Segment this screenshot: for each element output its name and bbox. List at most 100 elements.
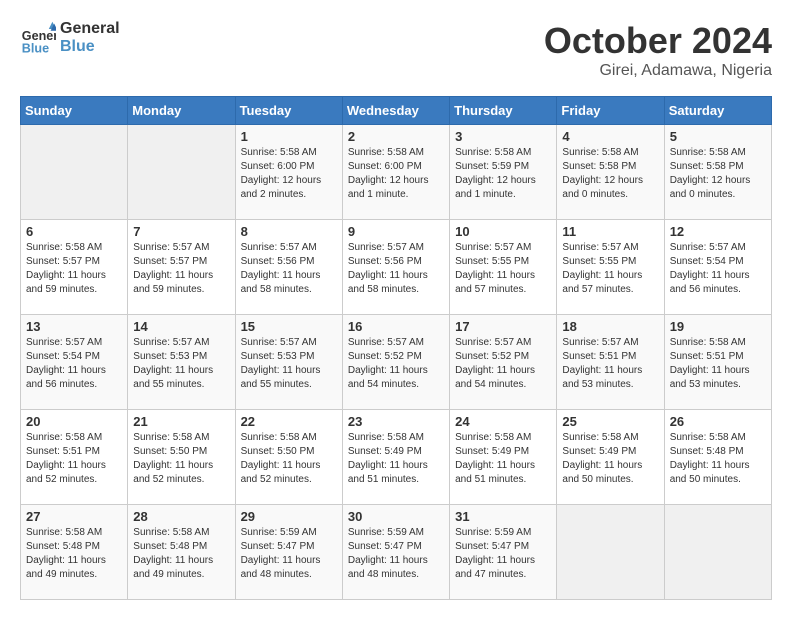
calendar-cell: 6 Sunrise: 5:58 AM Sunset: 5:57 PM Daylig…	[21, 220, 128, 315]
logo-icon: General Blue	[20, 20, 56, 56]
calendar-cell: 1 Sunrise: 5:58 AM Sunset: 6:00 PM Daylig…	[235, 125, 342, 220]
day-info: Sunrise: 5:57 AM Sunset: 5:56 PM Dayligh…	[241, 241, 337, 297]
calendar-cell: 15Sunrise: 5:57 AM Sunset: 5:53 PM Dayli…	[235, 315, 342, 410]
day-number: 26	[670, 414, 766, 429]
day-info: Sunrise: 5:59 AM Sunset: 5:47 PM Dayligh…	[348, 526, 444, 582]
day-info: Sunrise: 5:58 AM Sunset: 5:49 PM Dayligh…	[562, 431, 658, 487]
day-number: 8	[241, 224, 337, 239]
calendar-cell: 18 Sunrise: 5:57 AM Sunset: 5:51 PM Dayli…	[557, 315, 664, 410]
calendar-cell: 31 Sunrise: 5:59 AM Sunset: 5:47 PM Dayli…	[450, 505, 557, 600]
day-number: 16	[348, 319, 444, 334]
calendar-week-1: 1 Sunrise: 5:58 AM Sunset: 6:00 PM Daylig…	[21, 125, 772, 220]
day-number: 25	[562, 414, 658, 429]
day-info: Sunrise: 5:58 AM Sunset: 5:49 PM Dayligh…	[455, 431, 551, 487]
calendar-cell	[664, 505, 771, 600]
day-number: 17	[455, 319, 551, 334]
day-number: 4	[562, 129, 658, 144]
day-number: 18	[562, 319, 658, 334]
calendar-table: SundayMondayTuesdayWednesdayThursdayFrid…	[20, 96, 772, 600]
day-info: Sunrise: 5:58 AM Sunset: 5:58 PM Dayligh…	[670, 146, 766, 202]
day-info: Sunrise: 5:58 AM Sunset: 5:58 PM Dayligh…	[562, 146, 658, 202]
svg-text:Blue: Blue	[22, 41, 49, 55]
day-info: Sunrise: 5:58 AM Sunset: 5:50 PM Dayligh…	[133, 431, 229, 487]
day-number: 23	[348, 414, 444, 429]
day-number: 11	[562, 224, 658, 239]
day-info: Sunrise: 5:57 AM Sunset: 5:51 PM Dayligh…	[562, 336, 658, 392]
day-number: 21	[133, 414, 229, 429]
day-info: Sunrise: 5:58 AM Sunset: 6:00 PM Dayligh…	[348, 146, 444, 202]
logo-blue: Blue	[60, 38, 120, 56]
calendar-cell: 8 Sunrise: 5:57 AM Sunset: 5:56 PM Daylig…	[235, 220, 342, 315]
calendar-cell: 21 Sunrise: 5:58 AM Sunset: 5:50 PM Dayli…	[128, 410, 235, 505]
day-number: 30	[348, 509, 444, 524]
calendar-cell: 10 Sunrise: 5:57 AM Sunset: 5:55 PM Dayli…	[450, 220, 557, 315]
logo-general: General	[60, 20, 120, 38]
day-info: Sunrise: 5:58 AM Sunset: 5:48 PM Dayligh…	[670, 431, 766, 487]
calendar-cell: 20Sunrise: 5:58 AM Sunset: 5:51 PM Dayli…	[21, 410, 128, 505]
calendar-cell: 26 Sunrise: 5:58 AM Sunset: 5:48 PM Dayli…	[664, 410, 771, 505]
day-number: 13	[26, 319, 122, 334]
calendar-cell: 13 Sunrise: 5:57 AM Sunset: 5:54 PM Dayli…	[21, 315, 128, 410]
day-number: 5	[670, 129, 766, 144]
calendar-week-5: 27 Sunrise: 5:58 AM Sunset: 5:48 PM Dayli…	[21, 505, 772, 600]
calendar-cell: 11 Sunrise: 5:57 AM Sunset: 5:55 PM Dayli…	[557, 220, 664, 315]
calendar-cell: 22Sunrise: 5:58 AM Sunset: 5:50 PM Dayli…	[235, 410, 342, 505]
day-info: Sunrise: 5:58 AM Sunset: 5:48 PM Dayligh…	[133, 526, 229, 582]
calendar-cell: 5 Sunrise: 5:58 AM Sunset: 5:58 PM Daylig…	[664, 125, 771, 220]
day-number: 1	[241, 129, 337, 144]
day-number: 9	[348, 224, 444, 239]
day-number: 20	[26, 414, 122, 429]
day-info: Sunrise: 5:57 AM Sunset: 5:53 PM Dayligh…	[241, 336, 337, 392]
page-header: General Blue General Blue October 2024 G…	[20, 20, 772, 80]
day-info: Sunrise: 5:57 AM Sunset: 5:55 PM Dayligh…	[455, 241, 551, 297]
day-info: Sunrise: 5:57 AM Sunset: 5:57 PM Dayligh…	[133, 241, 229, 297]
calendar-cell: 27Sunrise: 5:58 AM Sunset: 5:48 PM Dayli…	[21, 505, 128, 600]
day-info: Sunrise: 5:58 AM Sunset: 6:00 PM Dayligh…	[241, 146, 337, 202]
calendar-cell: 14Sunrise: 5:57 AM Sunset: 5:53 PM Dayli…	[128, 315, 235, 410]
weekday-header-wednesday: Wednesday	[342, 97, 449, 125]
calendar-cell: 29Sunrise: 5:59 AM Sunset: 5:47 PM Dayli…	[235, 505, 342, 600]
calendar-cell: 4 Sunrise: 5:58 AM Sunset: 5:58 PM Daylig…	[557, 125, 664, 220]
calendar-cell: 30 Sunrise: 5:59 AM Sunset: 5:47 PM Dayli…	[342, 505, 449, 600]
title-block: October 2024 Girei, Adamawa, Nigeria	[544, 20, 772, 80]
weekday-header-tuesday: Tuesday	[235, 97, 342, 125]
calendar-cell	[128, 125, 235, 220]
day-number: 19	[670, 319, 766, 334]
day-info: Sunrise: 5:58 AM Sunset: 5:57 PM Dayligh…	[26, 241, 122, 297]
calendar-cell: 7Sunrise: 5:57 AM Sunset: 5:57 PM Daylig…	[128, 220, 235, 315]
calendar-cell: 12Sunrise: 5:57 AM Sunset: 5:54 PM Dayli…	[664, 220, 771, 315]
day-number: 27	[26, 509, 122, 524]
calendar-week-4: 20Sunrise: 5:58 AM Sunset: 5:51 PM Dayli…	[21, 410, 772, 505]
weekday-header-thursday: Thursday	[450, 97, 557, 125]
day-info: Sunrise: 5:58 AM Sunset: 5:59 PM Dayligh…	[455, 146, 551, 202]
calendar-header-row: SundayMondayTuesdayWednesdayThursdayFrid…	[21, 97, 772, 125]
calendar-body: 1 Sunrise: 5:58 AM Sunset: 6:00 PM Daylig…	[21, 125, 772, 600]
calendar-cell: 9Sunrise: 5:57 AM Sunset: 5:56 PM Daylig…	[342, 220, 449, 315]
weekday-header-friday: Friday	[557, 97, 664, 125]
calendar-cell: 19 Sunrise: 5:58 AM Sunset: 5:51 PM Dayli…	[664, 315, 771, 410]
day-number: 6	[26, 224, 122, 239]
day-info: Sunrise: 5:59 AM Sunset: 5:47 PM Dayligh…	[455, 526, 551, 582]
day-info: Sunrise: 5:57 AM Sunset: 5:55 PM Dayligh…	[562, 241, 658, 297]
calendar-cell: 28 Sunrise: 5:58 AM Sunset: 5:48 PM Dayli…	[128, 505, 235, 600]
day-number: 10	[455, 224, 551, 239]
calendar-cell	[557, 505, 664, 600]
calendar-cell: 17Sunrise: 5:57 AM Sunset: 5:52 PM Dayli…	[450, 315, 557, 410]
day-number: 31	[455, 509, 551, 524]
day-info: Sunrise: 5:59 AM Sunset: 5:47 PM Dayligh…	[241, 526, 337, 582]
day-number: 12	[670, 224, 766, 239]
day-info: Sunrise: 5:57 AM Sunset: 5:54 PM Dayligh…	[26, 336, 122, 392]
location-subtitle: Girei, Adamawa, Nigeria	[544, 62, 772, 80]
weekday-header-saturday: Saturday	[664, 97, 771, 125]
weekday-header-sunday: Sunday	[21, 97, 128, 125]
calendar-cell	[21, 125, 128, 220]
month-title: October 2024	[544, 20, 772, 62]
calendar-cell: 23Sunrise: 5:58 AM Sunset: 5:49 PM Dayli…	[342, 410, 449, 505]
calendar-cell: 25 Sunrise: 5:58 AM Sunset: 5:49 PM Dayli…	[557, 410, 664, 505]
calendar-cell: 2Sunrise: 5:58 AM Sunset: 6:00 PM Daylig…	[342, 125, 449, 220]
day-number: 14	[133, 319, 229, 334]
calendar-week-3: 13 Sunrise: 5:57 AM Sunset: 5:54 PM Dayli…	[21, 315, 772, 410]
day-info: Sunrise: 5:58 AM Sunset: 5:51 PM Dayligh…	[670, 336, 766, 392]
day-number: 28	[133, 509, 229, 524]
day-info: Sunrise: 5:57 AM Sunset: 5:52 PM Dayligh…	[348, 336, 444, 392]
